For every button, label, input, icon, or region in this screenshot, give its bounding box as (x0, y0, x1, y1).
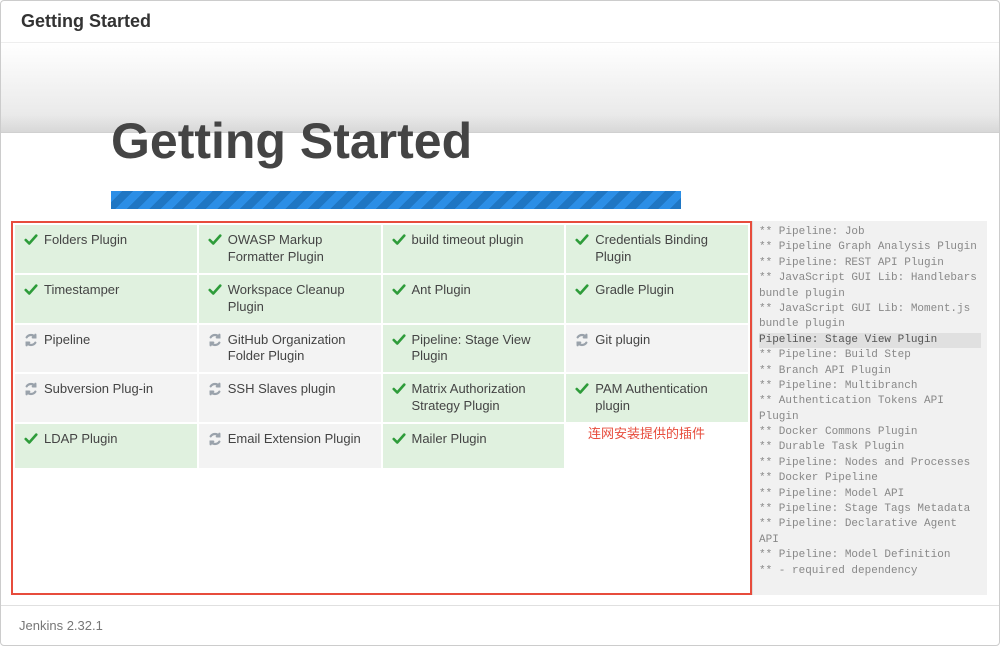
check-icon (392, 432, 406, 446)
check-icon (392, 233, 406, 247)
plugin-name: Credentials Binding Plugin (595, 232, 739, 266)
refresh-icon (208, 382, 222, 396)
plugin-cell: Subversion Plug-in (15, 374, 197, 422)
check-icon (392, 382, 406, 396)
plugin-name: Folders Plugin (44, 232, 127, 249)
plugin-name: build timeout plugin (412, 232, 524, 249)
log-line: ** Branch API Plugin (759, 364, 981, 379)
log-line: ** Docker Pipeline (759, 471, 981, 486)
plugin-cell: Pipeline (15, 325, 197, 373)
log-line: ** Pipeline: Model Definition (759, 548, 981, 563)
hero-area: Getting Started (1, 43, 999, 133)
plugin-name: Gradle Plugin (595, 282, 674, 299)
refresh-icon (24, 382, 38, 396)
log-line: ** JavaScript GUI Lib: Moment.js bundle … (759, 302, 981, 333)
plugin-cell: Workspace Cleanup Plugin (199, 275, 381, 323)
main-content: Folders Plugin OWASP Markup Formatter Plu… (11, 221, 987, 595)
log-line: ** Durable Task Plugin (759, 440, 981, 455)
plugin-name: Subversion Plug-in (44, 381, 153, 398)
plugin-cell: Mailer Plugin (383, 424, 565, 468)
plugin-name: Workspace Cleanup Plugin (228, 282, 372, 316)
plugin-cell: Pipeline: Stage View Plugin (383, 325, 565, 373)
refresh-icon (208, 333, 222, 347)
footer: Jenkins 2.32.1 (1, 605, 999, 645)
log-line: ** - required dependency (759, 564, 981, 579)
check-icon (575, 233, 589, 247)
check-icon (208, 233, 222, 247)
version-label: Jenkins 2.32.1 (19, 618, 103, 633)
install-progress-fill (111, 191, 681, 209)
check-icon (575, 283, 589, 297)
plugin-cell: LDAP Plugin (15, 424, 197, 468)
check-icon (24, 233, 38, 247)
plugin-cell: Gradle Plugin (566, 275, 748, 323)
plugin-cell: Matrix Authorization Strategy Plugin (383, 374, 565, 422)
window-header: Getting Started (1, 1, 999, 43)
check-icon (208, 283, 222, 297)
install-progress (111, 191, 681, 209)
log-line: ** Pipeline: Build Step (759, 348, 981, 363)
window-title: Getting Started (21, 11, 151, 31)
log-line: ** Pipeline Graph Analysis Plugin (759, 240, 981, 255)
plugin-name: OWASP Markup Formatter Plugin (228, 232, 372, 266)
plugin-name: Pipeline (44, 332, 90, 349)
plugin-cell: PAM Authentication plugin (566, 374, 748, 422)
log-line: ** Authentication Tokens API Plugin (759, 394, 981, 425)
plugin-cell: Timestamper (15, 275, 197, 323)
log-line: ** Pipeline: Model API (759, 487, 981, 502)
plugin-name: SSH Slaves plugin (228, 381, 336, 398)
check-icon (575, 382, 589, 396)
plugin-cell: Git plugin (566, 325, 748, 373)
refresh-icon (24, 333, 38, 347)
install-log-panel: ** Pipeline: Job** Pipeline Graph Analys… (752, 221, 987, 595)
plugin-cell: Folders Plugin (15, 225, 197, 273)
plugin-name: LDAP Plugin (44, 431, 117, 448)
refresh-icon (208, 432, 222, 446)
plugin-name: Timestamper (44, 282, 119, 299)
log-line: ** Pipeline: Nodes and Processes (759, 456, 981, 471)
check-icon (24, 432, 38, 446)
plugin-cell: build timeout plugin (383, 225, 565, 273)
plugin-name: Git plugin (595, 332, 650, 349)
plugin-name: Matrix Authorization Strategy Plugin (412, 381, 556, 415)
log-line: ** Pipeline: Stage Tags Metadata (759, 502, 981, 517)
refresh-icon (575, 333, 589, 347)
check-icon (392, 333, 406, 347)
log-line: Pipeline: Stage View Plugin (759, 333, 981, 348)
log-line: ** Pipeline: Job (759, 225, 981, 240)
log-line: ** Pipeline: Declarative Agent API (759, 517, 981, 548)
plugin-name: Email Extension Plugin (228, 431, 361, 448)
log-line: ** Docker Commons Plugin (759, 425, 981, 440)
plugin-name: Pipeline: Stage View Plugin (412, 332, 556, 366)
plugin-name: Mailer Plugin (412, 431, 487, 448)
plugin-name: PAM Authentication plugin (595, 381, 739, 415)
page-title: Getting Started (111, 112, 472, 170)
log-line: ** Pipeline: Multibranch (759, 379, 981, 394)
log-line: ** Pipeline: REST API Plugin (759, 256, 981, 271)
plugin-grid-container: Folders Plugin OWASP Markup Formatter Plu… (11, 221, 752, 595)
check-icon (392, 283, 406, 297)
check-icon (24, 283, 38, 297)
plugin-cell: Email Extension Plugin (199, 424, 381, 468)
plugin-cell: OWASP Markup Formatter Plugin (199, 225, 381, 273)
log-line: ** JavaScript GUI Lib: Handlebars bundle… (759, 271, 981, 302)
plugin-cell: Credentials Binding Plugin (566, 225, 748, 273)
plugin-name: GitHub Organization Folder Plugin (228, 332, 372, 366)
annotation-label: 连网安装提供的插件 (588, 423, 705, 442)
plugin-cell: GitHub Organization Folder Plugin (199, 325, 381, 373)
plugin-cell: SSH Slaves plugin (199, 374, 381, 422)
plugin-name: Ant Plugin (412, 282, 471, 299)
plugin-cell: Ant Plugin (383, 275, 565, 323)
